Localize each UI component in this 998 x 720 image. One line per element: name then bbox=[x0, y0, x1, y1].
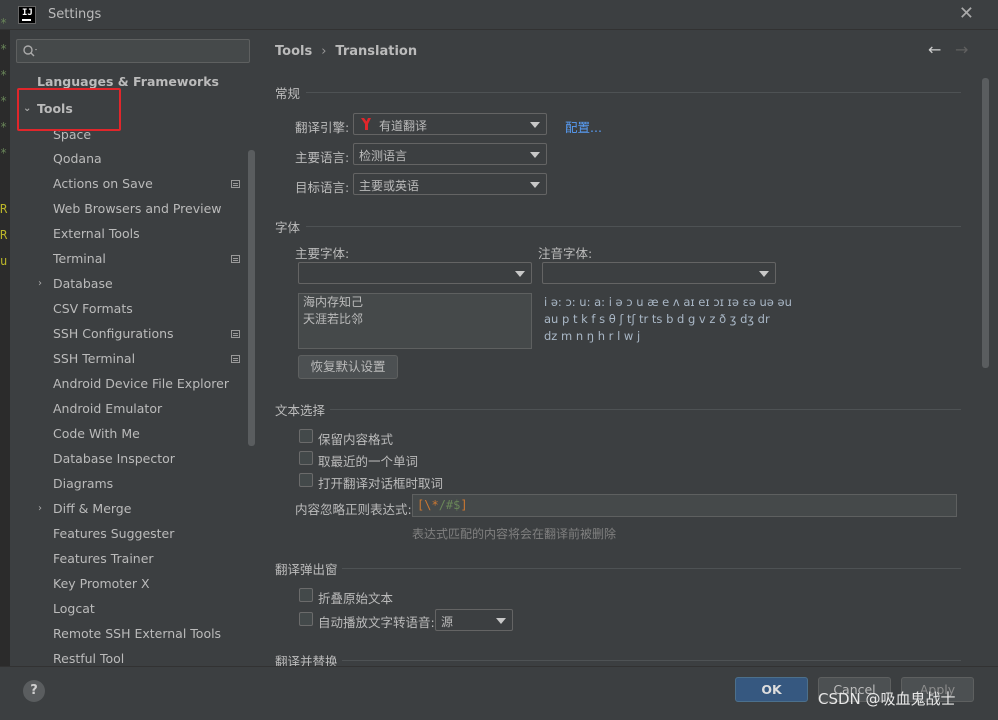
autoplay-tts-label: 自动播放文字转语音: bbox=[318, 615, 435, 630]
reset-defaults-button[interactable]: 恢复默认设置 bbox=[298, 355, 398, 379]
autoplay-tts-checkbox[interactable] bbox=[299, 612, 313, 626]
sidebar-item-features-trainer[interactable]: Features Trainer bbox=[10, 547, 258, 571]
preview-line-2: 天涯若比邻 bbox=[303, 312, 364, 326]
engine-label: 翻译引擎: bbox=[295, 120, 350, 135]
back-arrow-icon[interactable]: ← bbox=[928, 40, 941, 59]
breadcrumb: Tools › Translation bbox=[275, 44, 417, 59]
dropdown-caret-icon bbox=[515, 271, 525, 277]
phonetic-preview: i ə: ɔ: u: a: i ə ɔ u æ e ʌ aɪ eɪ ɔɪ ɪə … bbox=[544, 295, 792, 343]
autoplay-tts-select[interactable]: 源 bbox=[435, 609, 513, 631]
window-title: Settings bbox=[48, 7, 102, 22]
intellij-app-icon: IJ bbox=[18, 6, 36, 24]
settings-content-panel: Tools › Translation ← → 常规 翻译引擎: 有道翻译 配置..… bbox=[258, 30, 998, 666]
section-replace-title: 翻译并替换 bbox=[275, 654, 338, 666]
fold-original-checkbox[interactable] bbox=[299, 588, 313, 602]
sidebar-item-database[interactable]: › Database bbox=[10, 272, 258, 296]
settings-search-input[interactable] bbox=[16, 39, 250, 63]
close-icon[interactable]: ✕ bbox=[959, 3, 974, 24]
sidebar-item-ssh-terminal[interactable]: SSH Terminal bbox=[10, 347, 258, 371]
sidebar-item-terminal[interactable]: Terminal bbox=[10, 247, 258, 271]
breadcrumb-parent[interactable]: Tools bbox=[275, 44, 312, 59]
dropdown-caret-icon bbox=[759, 271, 769, 277]
phonetic-font-label: 注音字体: bbox=[538, 246, 593, 261]
nearest-word-label: 取最近的一个单词 bbox=[318, 454, 419, 469]
section-popup-title: 翻译弹出窗 bbox=[275, 562, 338, 577]
sidebar-item-key-promoter-x[interactable]: Key Promoter X bbox=[10, 572, 258, 596]
highlight-annotation-box bbox=[17, 88, 121, 131]
sidebar-item-logcat[interactable]: Logcat bbox=[10, 597, 258, 621]
sidebar-item-qodana[interactable]: Qodana bbox=[10, 147, 258, 171]
preview-line-1: 海内存知己 bbox=[303, 295, 364, 309]
section-font-title: 字体 bbox=[275, 220, 301, 235]
watermark-text: CSDN @吸血鬼战士 bbox=[818, 690, 956, 708]
editor-background-strip: * * * * * * R R u bbox=[0, 16, 10, 720]
title-bar: IJ Settings ✕ bbox=[0, 0, 998, 30]
sidebar-item-remote-ssh-external-tools[interactable]: Remote SSH External Tools bbox=[10, 622, 258, 646]
section-divider bbox=[342, 660, 961, 661]
sidebar-item-csv-formats[interactable]: CSV Formats bbox=[10, 297, 258, 321]
keep-format-checkbox[interactable] bbox=[299, 429, 313, 443]
configure-link[interactable]: 配置... bbox=[565, 117, 602, 136]
fold-original-label: 折叠原始文本 bbox=[318, 591, 394, 606]
engine-select[interactable]: 有道翻译 bbox=[353, 113, 547, 135]
chevron-right-icon[interactable]: › bbox=[38, 497, 42, 521]
project-settings-icon bbox=[231, 255, 240, 263]
sidebar-item-diagrams[interactable]: Diagrams bbox=[10, 472, 258, 496]
sidebar-item-database-inspector[interactable]: Database Inspector bbox=[10, 447, 258, 471]
sidebar-item-features-suggester[interactable]: Features Suggester bbox=[10, 522, 258, 546]
dropdown-caret-icon bbox=[530, 122, 540, 128]
sidebar-item-ssh-configurations[interactable]: SSH Configurations bbox=[10, 322, 258, 346]
project-settings-icon bbox=[231, 330, 240, 338]
section-general-title: 常规 bbox=[275, 86, 301, 101]
breadcrumb-current: Translation bbox=[335, 44, 418, 59]
font-preview-box: 海内存知己 天涯若比邻 bbox=[298, 293, 532, 349]
dropdown-caret-icon bbox=[530, 152, 540, 158]
section-divider bbox=[330, 409, 961, 410]
search-icon bbox=[23, 45, 37, 57]
project-settings-icon bbox=[231, 180, 240, 188]
keep-format-label: 保留内容格式 bbox=[318, 432, 394, 447]
primary-font-select[interactable] bbox=[298, 262, 532, 284]
section-selection-title: 文本选择 bbox=[275, 403, 326, 418]
section-divider bbox=[306, 92, 961, 93]
sidebar-item-android-device-file-explorer[interactable]: Android Device File Explorer bbox=[10, 372, 258, 396]
sidebar-item-diff-merge[interactable]: › Diff & Merge bbox=[10, 497, 258, 521]
sidebar-item-restful-tool[interactable]: Restful Tool bbox=[10, 647, 258, 666]
phonetic-font-select[interactable] bbox=[542, 262, 776, 284]
target-language-label: 目标语言: bbox=[295, 180, 350, 195]
breadcrumb-separator: › bbox=[321, 44, 327, 59]
nearest-word-checkbox[interactable] bbox=[299, 451, 313, 465]
forward-arrow-icon[interactable]: → bbox=[955, 40, 968, 59]
help-icon[interactable]: ? bbox=[23, 680, 45, 702]
ignore-regex-label: 内容忽略正则表达式: bbox=[295, 502, 412, 517]
sidebar-item-actions-on-save[interactable]: Actions on Save bbox=[10, 172, 258, 196]
take-word-on-open-checkbox[interactable] bbox=[299, 473, 313, 487]
sidebar-scrollbar[interactable] bbox=[248, 150, 255, 446]
ok-button[interactable]: OK bbox=[735, 677, 808, 702]
primary-language-label: 主要语言: bbox=[295, 150, 350, 165]
target-language-select[interactable]: 主要或英语 bbox=[353, 173, 547, 195]
dropdown-caret-icon bbox=[496, 618, 506, 624]
project-settings-icon bbox=[231, 355, 240, 363]
primary-font-label: 主要字体: bbox=[295, 246, 350, 261]
sidebar-item-web-browsers[interactable]: Web Browsers and Preview bbox=[10, 197, 258, 221]
section-divider bbox=[306, 226, 961, 227]
sidebar-item-android-emulator[interactable]: Android Emulator bbox=[10, 397, 258, 421]
dropdown-caret-icon bbox=[530, 182, 540, 188]
ignore-regex-input[interactable]: [\*/#$] bbox=[412, 494, 957, 517]
section-divider bbox=[342, 568, 961, 569]
primary-language-select[interactable]: 检测语言 bbox=[353, 143, 547, 165]
youdao-logo-icon bbox=[361, 118, 371, 130]
sidebar-item-code-with-me[interactable]: Code With Me bbox=[10, 422, 258, 446]
chevron-right-icon[interactable]: › bbox=[38, 272, 42, 296]
sidebar-item-external-tools[interactable]: External Tools bbox=[10, 222, 258, 246]
take-word-on-open-label: 打开翻译对话框时取词 bbox=[318, 476, 444, 491]
regex-hint: 表达式匹配的内容将会在翻译前被删除 bbox=[412, 527, 617, 541]
content-scrollbar[interactable] bbox=[982, 78, 989, 368]
